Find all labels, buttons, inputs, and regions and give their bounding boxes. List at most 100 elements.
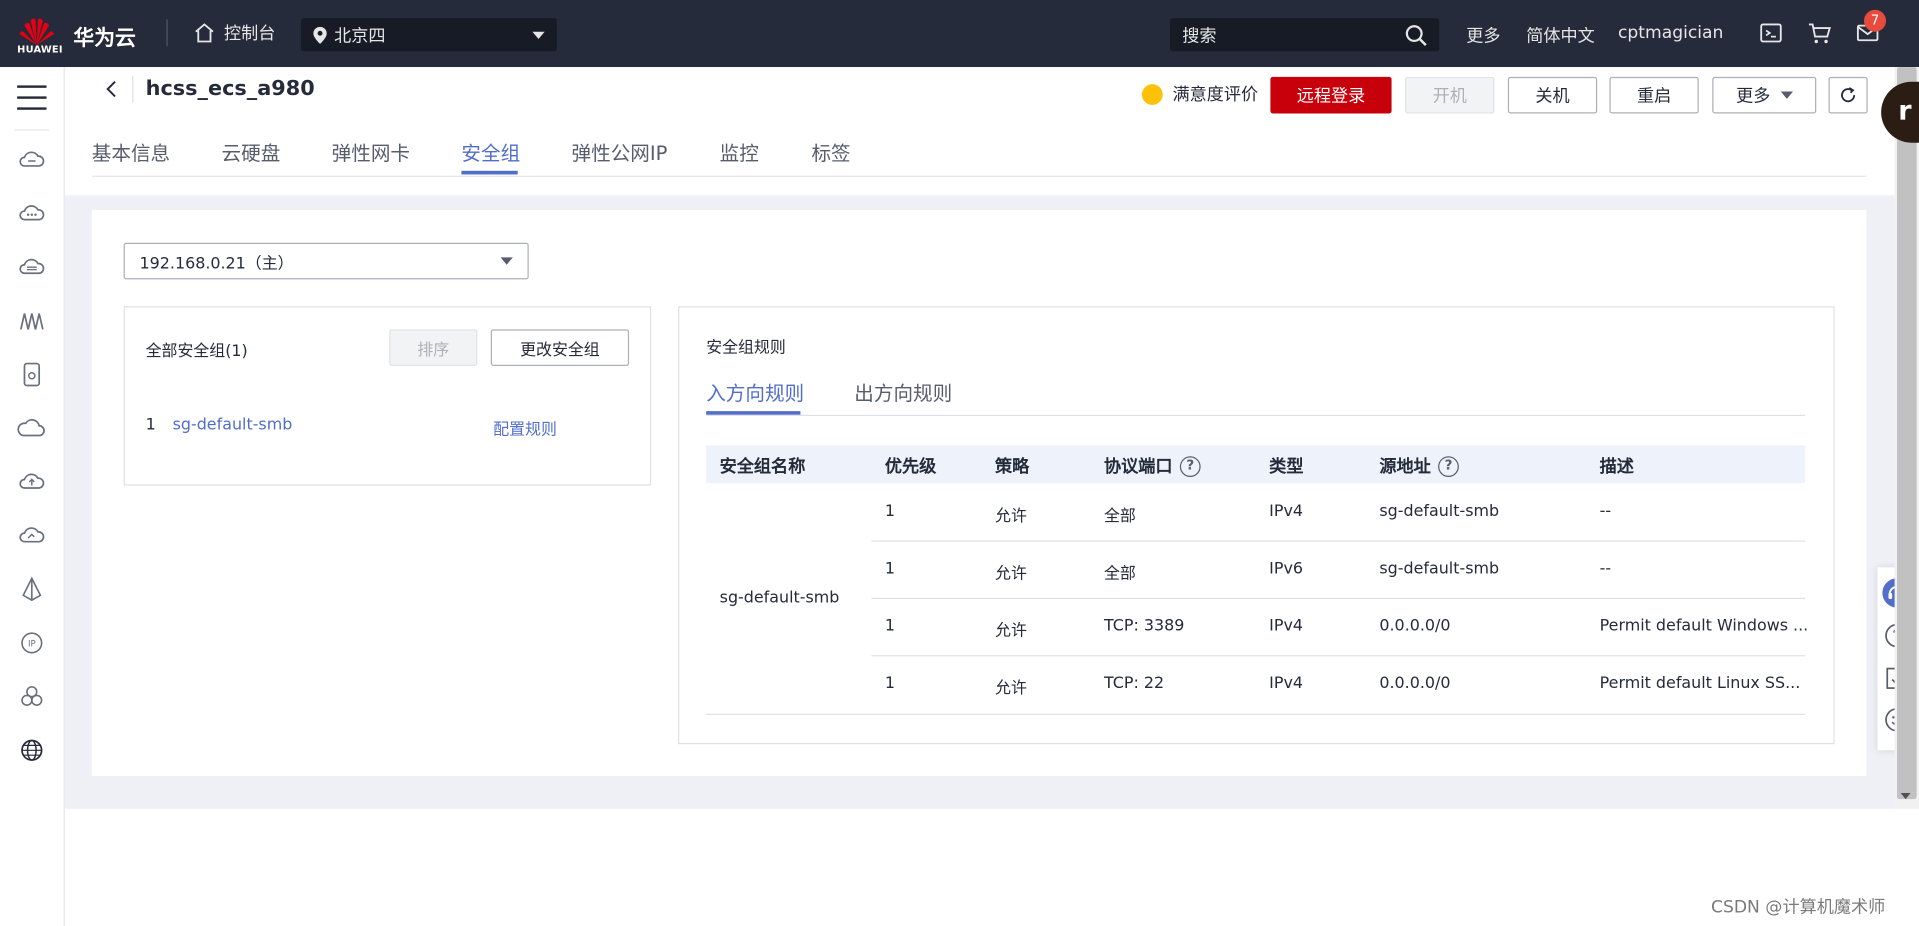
column-header-group-name: 安全组名称 xyxy=(719,457,806,478)
rule-policy: 允许 xyxy=(995,507,1027,526)
security-group-name-link[interactable]: sg-default-smb xyxy=(173,416,293,434)
back-arrow-icon[interactable] xyxy=(103,77,123,101)
refresh-button[interactable] xyxy=(1828,76,1868,114)
cloud-outline-icon[interactable] xyxy=(17,414,46,443)
region-label: 北京四 xyxy=(334,26,386,46)
rule-source: 0.0.0.0/0 xyxy=(1379,617,1451,636)
cart-icon[interactable] xyxy=(1808,21,1832,45)
rule-source-link[interactable]: sg-default-smb xyxy=(1379,503,1499,521)
rule-policy: 允许 xyxy=(995,622,1027,641)
refresh-icon xyxy=(1841,87,1856,103)
rule-port: 全部 xyxy=(1103,564,1136,584)
brand-name[interactable]: 华为云 xyxy=(73,21,135,51)
restart-button[interactable]: 重启 xyxy=(1609,76,1699,114)
rule-priority: 1 xyxy=(884,674,896,693)
row-divider xyxy=(871,655,1806,657)
rule-source-link[interactable]: sg-default-smb xyxy=(1379,560,1499,578)
tab-eip[interactable]: 弹性公网IP xyxy=(572,137,668,166)
security-group-count-title: 全部安全组(1) xyxy=(145,342,248,362)
source-label: 源地址 xyxy=(1379,457,1431,478)
cloud-upload-icon[interactable] xyxy=(17,467,46,496)
rule-priority: 1 xyxy=(884,502,896,521)
home-icon xyxy=(195,23,214,43)
row-divider xyxy=(871,597,1806,600)
page-title: hcss_ecs_a980 xyxy=(145,76,315,102)
divider xyxy=(166,19,168,47)
rule-source: 0.0.0.0/0 xyxy=(1379,674,1451,693)
globe-icon[interactable] xyxy=(17,736,46,765)
rule-description: Permit default Linux SS... xyxy=(1599,674,1801,693)
power-on-button[interactable]: 开机 xyxy=(1405,76,1495,114)
pyramid-icon[interactable] xyxy=(17,575,46,604)
rules-title: 安全组规则 xyxy=(706,339,786,358)
active-tab-indicator xyxy=(461,170,518,175)
help-icon[interactable]: ? xyxy=(1438,455,1459,477)
row-divider xyxy=(871,540,1806,542)
tab-basic-info[interactable]: 基本信息 xyxy=(92,137,170,166)
tab-tags[interactable]: 标签 xyxy=(811,137,850,166)
menu-icon[interactable] xyxy=(17,85,47,110)
divider xyxy=(14,129,49,131)
column-header-policy: 策略 xyxy=(995,457,1030,478)
storage-device-icon[interactable] xyxy=(17,360,46,389)
rule-group-name: sg-default-smb xyxy=(719,589,840,608)
cloud-monitor-icon[interactable] xyxy=(17,521,46,550)
satisfaction-rating-link[interactable]: 满意度评价 xyxy=(1141,82,1259,106)
cloud-dots-icon[interactable] xyxy=(17,199,46,228)
table-bottom-divider xyxy=(706,713,1806,715)
column-header-protocol-port: 协议端口? xyxy=(1104,454,1201,478)
satisfaction-label: 满意度评价 xyxy=(1172,85,1259,105)
rule-priority: 1 xyxy=(884,559,896,579)
tab-monitoring[interactable]: 监控 xyxy=(720,137,759,166)
more-link[interactable]: 更多 xyxy=(1466,23,1500,47)
network-wave-icon[interactable] xyxy=(17,306,46,335)
cluster-icon[interactable] xyxy=(17,682,46,711)
tab-divider xyxy=(706,414,1806,417)
rule-priority: 1 xyxy=(884,617,896,636)
column-header-source: 源地址? xyxy=(1379,454,1459,478)
change-security-group-button[interactable]: 更改安全组 xyxy=(490,329,630,366)
location-pin-icon xyxy=(313,26,327,44)
remote-login-button[interactable]: 远程登录 xyxy=(1270,76,1392,114)
search-icon[interactable] xyxy=(1405,24,1427,46)
eip-icon[interactable]: IP xyxy=(17,628,46,657)
tab-cloud-disk[interactable]: 云硬盘 xyxy=(222,137,281,166)
rules-table-header: 安全组名称 优先级 策略 协议端口? 类型 源地址? 描述 xyxy=(706,445,1806,484)
region-selector[interactable]: 北京四 xyxy=(301,18,557,52)
huawei-logo-text: HUAWEI xyxy=(17,43,63,55)
nic-selector-value: 192.168.0.21（主） xyxy=(139,254,294,273)
configure-rules-link[interactable]: 配置规则 xyxy=(493,416,557,439)
tab-divider xyxy=(91,175,1867,177)
security-group-index: 1 xyxy=(145,416,156,435)
scroll-down-arrow-icon[interactable] xyxy=(1899,789,1911,801)
tab-security-group[interactable]: 安全组 xyxy=(461,137,520,166)
notification-badge: 7 xyxy=(1863,9,1887,32)
terminal-icon[interactable] xyxy=(1759,21,1783,45)
user-menu[interactable]: cptmagician xyxy=(1618,23,1723,43)
rule-description: -- xyxy=(1599,559,1612,579)
nic-selector[interactable]: 192.168.0.21（主） xyxy=(123,242,529,280)
chevron-down-icon xyxy=(532,31,545,39)
power-off-button[interactable]: 关机 xyxy=(1507,76,1598,114)
column-header-type: 类型 xyxy=(1269,457,1304,478)
rule-type: IPv6 xyxy=(1269,559,1304,579)
tab-elastic-nic[interactable]: 弹性网卡 xyxy=(332,137,410,166)
tab-outbound-rules[interactable]: 出方向规则 xyxy=(854,377,952,406)
rule-port: TCP: 3389 xyxy=(1103,617,1185,636)
cloud-server-icon[interactable] xyxy=(17,253,46,282)
chevron-down-icon xyxy=(500,257,513,265)
tab-inbound-rules[interactable]: 入方向规则 xyxy=(706,377,804,406)
console-link[interactable]: 控制台 xyxy=(193,21,275,45)
more-actions-button[interactable]: 更多 xyxy=(1712,76,1817,114)
scrollbar-thumb[interactable] xyxy=(1897,67,1917,800)
rule-type: IPv4 xyxy=(1269,674,1304,693)
rule-type: IPv4 xyxy=(1269,502,1304,521)
sort-button[interactable]: 排序 xyxy=(389,329,478,366)
column-header-description: 描述 xyxy=(1599,457,1634,478)
svg-text:IP: IP xyxy=(28,640,36,650)
search-placeholder: 搜索 xyxy=(1182,26,1217,46)
language-selector[interactable]: 简体中文 xyxy=(1526,23,1595,47)
search-input[interactable]: 搜索 xyxy=(1170,18,1440,52)
help-icon[interactable]: ? xyxy=(1179,455,1201,477)
ecs-cloud-icon[interactable] xyxy=(17,145,46,174)
